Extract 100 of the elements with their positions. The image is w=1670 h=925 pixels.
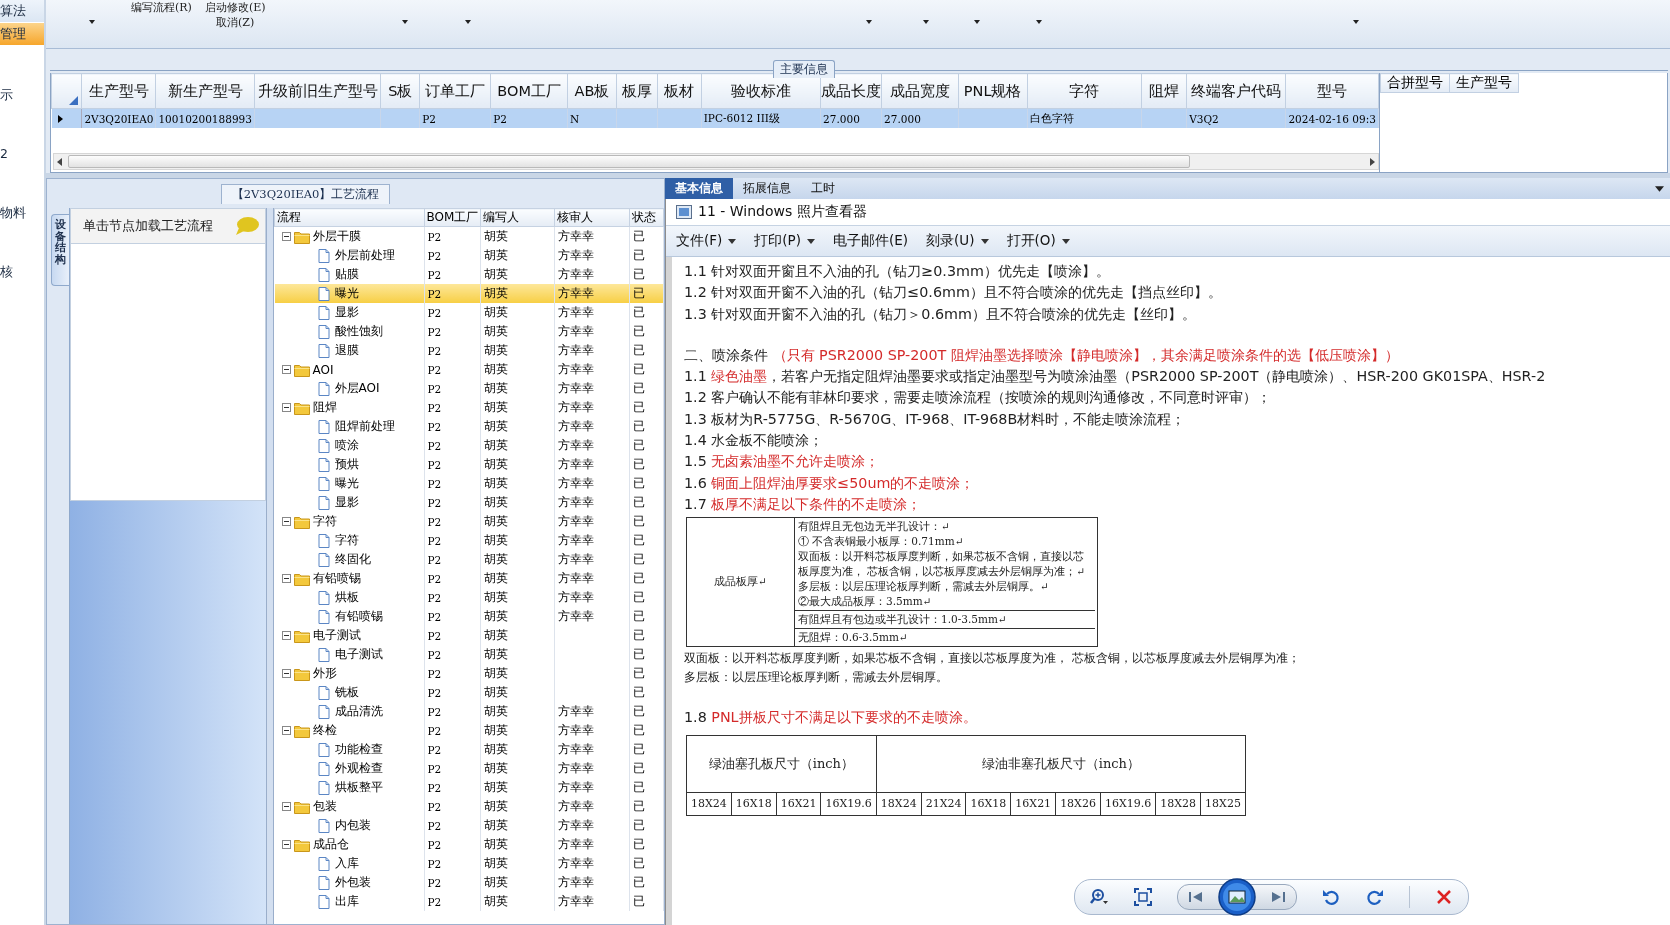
tree-row[interactable]: 外层干膜 P2 胡英 方幸幸 已: [274, 226, 664, 246]
tree-node-label[interactable]: 内包装: [334, 817, 371, 834]
tree-node-label[interactable]: 烘板整平: [334, 779, 383, 796]
tree-row[interactable]: 预烘 P2 胡英 方幸幸 已: [274, 455, 664, 474]
tree-row[interactable]: 曝光 P2 胡英 方幸幸 已: [274, 284, 664, 303]
horizontal-scrollbar[interactable]: [53, 153, 1379, 170]
tree-node-label[interactable]: 酸性蚀刻: [334, 323, 383, 340]
column-header[interactable]: 生产型号: [81, 73, 156, 109]
column-header[interactable]: BOM工厂: [490, 73, 568, 109]
tree-row[interactable]: 阻焊前处理 P2 胡英 方幸幸 已: [274, 417, 664, 436]
column-header[interactable]: 成品宽度: [881, 73, 959, 109]
tree-row[interactable]: 显影 P2 胡英 方幸幸 已: [274, 493, 664, 512]
tree-node-label[interactable]: 成品清洗: [334, 703, 383, 720]
rotate-left-icon[interactable]: [1321, 887, 1341, 907]
tree-node-label[interactable]: 喷涂: [334, 437, 359, 454]
tree-row[interactable]: 喷涂 P2 胡英 方幸幸 已: [274, 436, 664, 455]
column-header[interactable]: 升级前旧生产型号: [254, 73, 381, 109]
dropdown-arrow-icon[interactable]: [1655, 186, 1664, 192]
zoom-icon[interactable]: [1089, 887, 1109, 907]
tree-node-label[interactable]: 曝光: [334, 285, 359, 302]
column-header[interactable]: 状态: [629, 208, 664, 227]
tree-node-label[interactable]: 铣板: [334, 684, 359, 701]
tree-node-label[interactable]: AOI: [312, 362, 334, 377]
slideshow-button[interactable]: [1218, 878, 1256, 916]
sidebar-item[interactable]: 物料: [0, 202, 44, 224]
side-tab[interactable]: 设备结构: [51, 214, 69, 286]
tree-row[interactable]: 成品仓 P2 胡英 方幸幸 已: [274, 835, 664, 854]
column-header[interactable]: PNL规格: [958, 73, 1028, 109]
tree-row[interactable]: 终检 P2 胡英 方幸幸 已: [274, 721, 664, 740]
tree-node-label[interactable]: 外形: [312, 665, 337, 682]
collapse-icon[interactable]: [281, 840, 291, 849]
toolbar-command[interactable]: 启动修改(E): [204, 0, 266, 15]
dropdown-arrow-icon[interactable]: [1350, 20, 1361, 26]
tree-row[interactable]: 终固化 P2 胡英 方幸幸 已: [274, 550, 664, 569]
collapse-icon[interactable]: [281, 669, 291, 678]
column-header[interactable]: 订单工厂: [419, 73, 491, 109]
tree-node-label[interactable]: 贴膜: [334, 266, 359, 283]
tree-row[interactable]: 入库 P2 胡英 方幸幸 已: [274, 854, 664, 873]
tree-row[interactable]: 内包装 P2 胡英 方幸幸 已: [274, 816, 664, 835]
toolbar-command[interactable]: 取消(Z): [216, 15, 255, 30]
dropdown-arrow-icon[interactable]: [462, 20, 473, 26]
tree-row[interactable]: 酸性蚀刻 P2 胡英 方幸幸 已: [274, 322, 664, 341]
column-header[interactable]: 板材: [657, 73, 702, 109]
tree-row[interactable]: AOI P2 胡英 方幸幸 已: [274, 360, 664, 379]
column-header[interactable]: 终端客户代码: [1186, 73, 1286, 109]
tab[interactable]: 工时: [801, 178, 845, 199]
tree-row[interactable]: 退膜 P2 胡英 方幸幸 已: [274, 341, 664, 360]
tab[interactable]: 基本信息: [665, 178, 733, 199]
tree-row[interactable]: 显影 P2 胡英 方幸幸 已: [274, 303, 664, 322]
tree-node-label[interactable]: 预烘: [334, 456, 359, 473]
tree-node-label[interactable]: 阻焊前处理: [334, 418, 395, 435]
tree-row[interactable]: 烘板 P2 胡英 方幸幸 已: [274, 588, 664, 607]
panel-tab[interactable]: 【2V3Q20IEA0】工艺流程: [220, 184, 391, 204]
column-header[interactable]: 阻焊: [1141, 73, 1187, 109]
dropdown-arrow-icon[interactable]: [399, 20, 410, 26]
sidebar-item[interactable]: 示: [0, 84, 44, 106]
tree-node-label[interactable]: 显影: [334, 304, 359, 321]
tree-row[interactable]: 有铅喷锡 P2 胡英 方幸幸 已: [274, 569, 664, 588]
tree-node-label[interactable]: 烘板: [334, 589, 359, 606]
collapse-icon[interactable]: [281, 517, 291, 526]
dropdown-arrow-icon[interactable]: [863, 20, 874, 26]
column-header[interactable]: AB板: [567, 73, 617, 109]
dropdown-arrow-icon[interactable]: [971, 20, 982, 26]
tree-node-label[interactable]: 电子测试: [312, 627, 361, 644]
dropdown-arrow-icon[interactable]: [920, 20, 931, 26]
tree-node-label[interactable]: 有铅喷锡: [334, 608, 383, 625]
tree-node-label[interactable]: 电子测试: [334, 646, 383, 663]
menu-button[interactable]: 打印(P): [748, 229, 821, 253]
menu-button[interactable]: 刻录(U): [920, 229, 995, 253]
sidebar-item[interactable]: 管理: [0, 23, 44, 45]
column-header[interactable]: 合拼型号: [1380, 73, 1450, 93]
tree-node-label[interactable]: 出库: [334, 893, 359, 910]
tree-node-label[interactable]: 字符: [312, 513, 337, 530]
tree-node-label[interactable]: 成品仓: [312, 836, 349, 853]
tree-row[interactable]: 出库 P2 胡英 方幸幸 已: [274, 892, 664, 911]
tree-node-label[interactable]: 退膜: [334, 342, 359, 359]
tree-row[interactable]: 曝光 P2 胡英 方幸幸 已: [274, 474, 664, 493]
tree-row[interactable]: 阻焊 P2 胡英 方幸幸 已: [274, 398, 664, 417]
column-header[interactable]: 编写人: [480, 208, 555, 227]
sidebar-item[interactable]: 算法: [0, 0, 44, 22]
column-header[interactable]: BOM工厂: [424, 208, 481, 227]
toolbar-command[interactable]: 编写流程(R): [131, 0, 192, 15]
sidebar-item[interactable]: 2: [0, 143, 44, 165]
column-header[interactable]: 新生产型号: [155, 73, 255, 109]
collapse-icon[interactable]: [281, 802, 291, 811]
tree-node-label[interactable]: 显影: [334, 494, 359, 511]
tree-node-label[interactable]: 外层干膜: [312, 228, 361, 245]
collapse-icon[interactable]: [281, 232, 291, 241]
tree-row[interactable]: 外层AOI P2 胡英 方幸幸 已: [274, 379, 664, 398]
tree-node-label[interactable]: 功能检查: [334, 741, 383, 758]
tree-node-label[interactable]: 终固化: [334, 551, 371, 568]
collapse-icon[interactable]: [281, 726, 291, 735]
fit-window-icon[interactable]: [1133, 887, 1153, 907]
tree-node-label[interactable]: 包装: [312, 798, 337, 815]
tree-node-label[interactable]: 曝光: [334, 475, 359, 492]
column-header[interactable]: 流程: [274, 208, 424, 227]
collapse-icon[interactable]: [281, 631, 291, 640]
tree-node-label[interactable]: 阻焊: [312, 399, 337, 416]
tree-node-label[interactable]: 终检: [312, 722, 337, 739]
tree-row[interactable]: 外层前处理 P2 胡英 方幸幸 已: [274, 246, 664, 265]
